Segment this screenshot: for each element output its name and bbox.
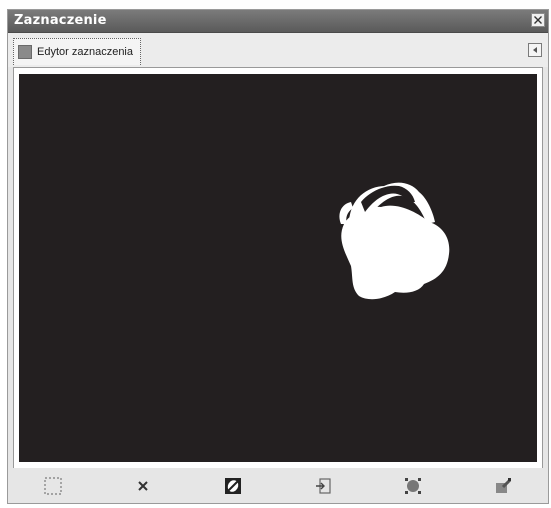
save-to-channel-button[interactable] <box>310 473 336 499</box>
selection-preview-canvas[interactable] <box>19 74 537 462</box>
select-none-icon <box>138 480 148 491</box>
title-bar[interactable]: Zaznaczenie <box>8 10 548 33</box>
tab-menu-button[interactable] <box>528 43 542 57</box>
selection-dialog: Zaznaczenie Edytor zaznaczenia <box>7 9 549 504</box>
close-icon <box>534 16 542 24</box>
preview-frame <box>13 67 543 469</box>
close-button[interactable] <box>531 13 545 27</box>
tab-selection-editor[interactable]: Edytor zaznaczenia <box>13 38 141 65</box>
selection-editor-icon <box>18 45 32 59</box>
select-none-button[interactable] <box>130 473 156 499</box>
select-all-icon <box>44 476 62 495</box>
tab-row: Edytor zaznaczenia <box>8 33 548 67</box>
selection-to-path-icon <box>405 477 421 494</box>
stroke-selection-icon <box>496 477 512 493</box>
selection-mask-shape <box>339 182 450 300</box>
triangle-left-icon <box>533 47 537 53</box>
stroke-selection-button[interactable] <box>490 473 516 499</box>
save-to-channel-icon <box>316 477 331 494</box>
tab-label: Edytor zaznaczenia <box>37 46 133 58</box>
window-title: Zaznaczenie <box>14 13 107 28</box>
select-all-button[interactable] <box>40 473 66 499</box>
selection-toolbar <box>8 468 548 503</box>
invert-selection-button[interactable] <box>220 473 246 499</box>
invert-selection-icon <box>225 477 241 494</box>
selection-to-path-button[interactable] <box>400 473 426 499</box>
